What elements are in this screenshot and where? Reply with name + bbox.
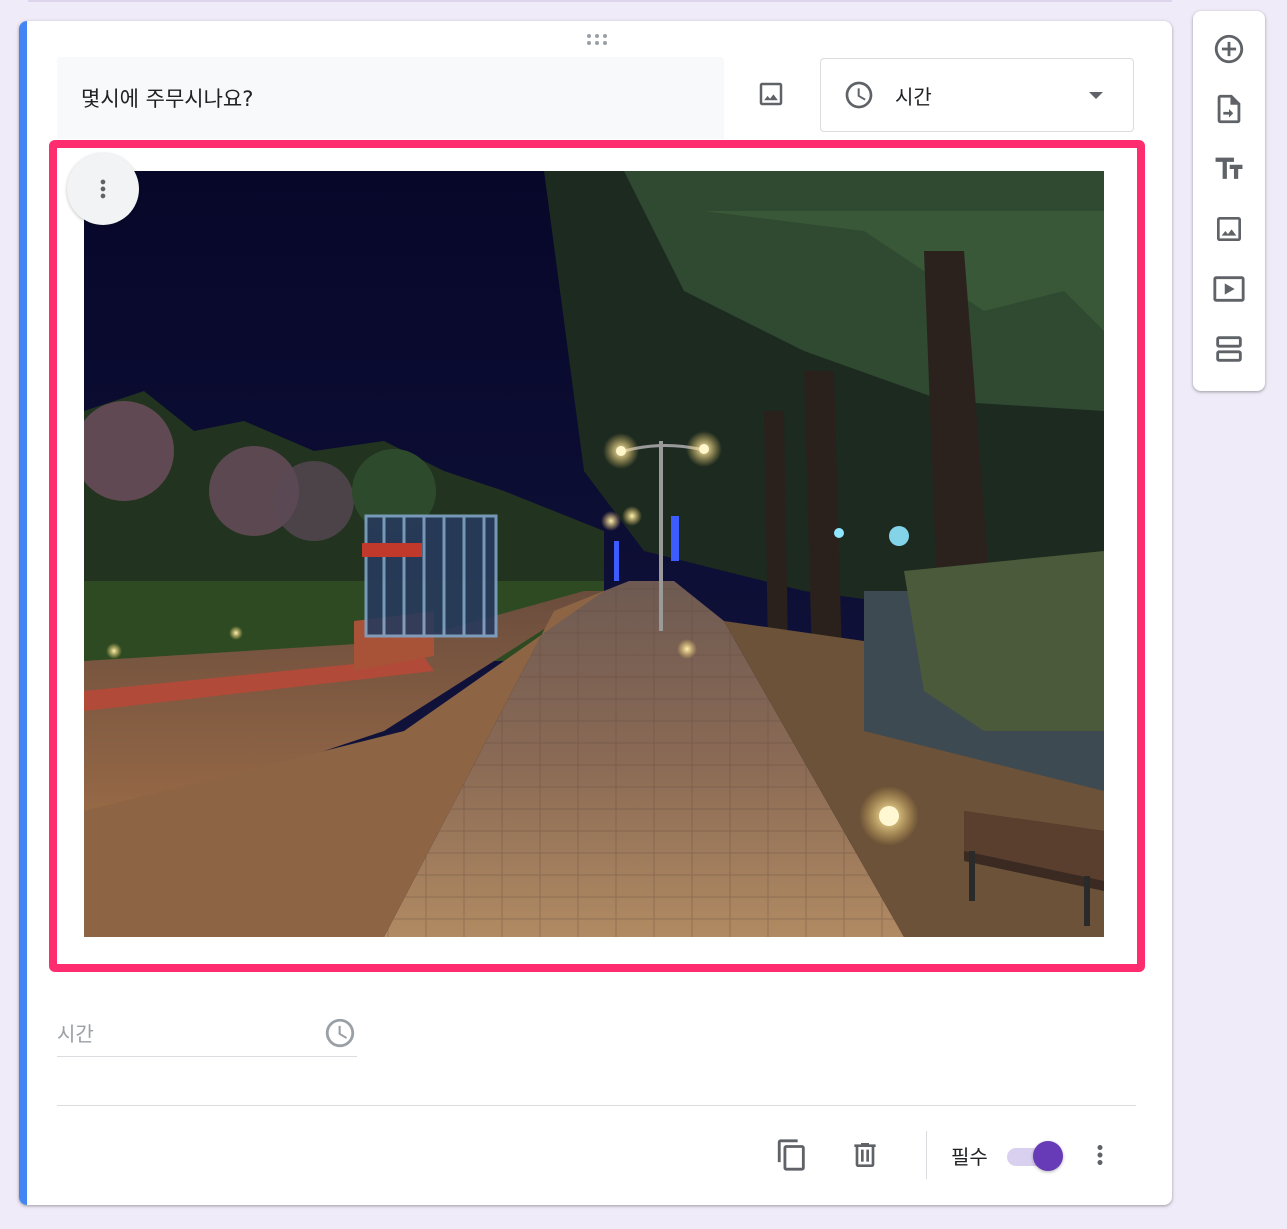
image-icon xyxy=(759,82,783,106)
drag-handle-icon[interactable] xyxy=(585,31,609,47)
duplicate-button[interactable] xyxy=(768,1131,816,1179)
question-image xyxy=(84,171,1104,937)
clock-icon xyxy=(325,1018,355,1048)
add-image-icon xyxy=(1217,217,1241,241)
add-image-tool-button[interactable] xyxy=(1205,205,1253,253)
clock-icon xyxy=(845,81,873,109)
more-options-button[interactable] xyxy=(1076,1131,1124,1179)
required-toggle[interactable] xyxy=(1007,1141,1063,1171)
copy-icon xyxy=(777,1139,805,1171)
question-card[interactable]: 몇시에 주무시나요? 시간 시간 필수 xyxy=(19,21,1172,1205)
question-title-text: 몇시에 주무시나요? xyxy=(81,87,254,111)
add-section-icon xyxy=(1216,336,1242,362)
add-video-button[interactable] xyxy=(1205,265,1253,313)
add-section-button[interactable] xyxy=(1205,325,1253,373)
chevron-down-icon xyxy=(1089,92,1103,99)
add-question-button[interactable] xyxy=(1205,25,1253,73)
delete-button[interactable] xyxy=(841,1131,889,1179)
add-image-button[interactable] xyxy=(750,73,792,115)
previous-card-edge xyxy=(28,0,1172,2)
required-label: 필수 xyxy=(951,1145,988,1169)
question-image-container xyxy=(49,140,1145,972)
image-options-button[interactable] xyxy=(67,153,139,225)
add-video-icon xyxy=(1213,276,1245,302)
footer-divider xyxy=(57,1105,1136,1106)
add-title-icon xyxy=(1215,157,1243,179)
trash-icon xyxy=(854,1143,876,1167)
question-type-dropdown[interactable]: 시간 xyxy=(820,58,1134,132)
import-questions-button[interactable] xyxy=(1205,85,1253,133)
footer-separator xyxy=(926,1131,927,1179)
add-question-icon xyxy=(1214,34,1244,64)
more-vert-icon xyxy=(100,179,106,199)
question-title-input[interactable]: 몇시에 주무시나요? xyxy=(57,57,724,139)
import-questions-icon xyxy=(1217,94,1241,124)
time-answer-field: 시간 xyxy=(57,1016,357,1057)
side-toolbar xyxy=(1193,11,1265,391)
toggle-thumb xyxy=(1033,1141,1063,1171)
more-vert-icon xyxy=(1097,1145,1103,1165)
add-title-button[interactable] xyxy=(1205,145,1253,193)
question-type-label: 시간 xyxy=(895,84,932,109)
time-answer-placeholder: 시간 xyxy=(57,1022,94,1046)
active-card-indicator xyxy=(19,21,27,1205)
